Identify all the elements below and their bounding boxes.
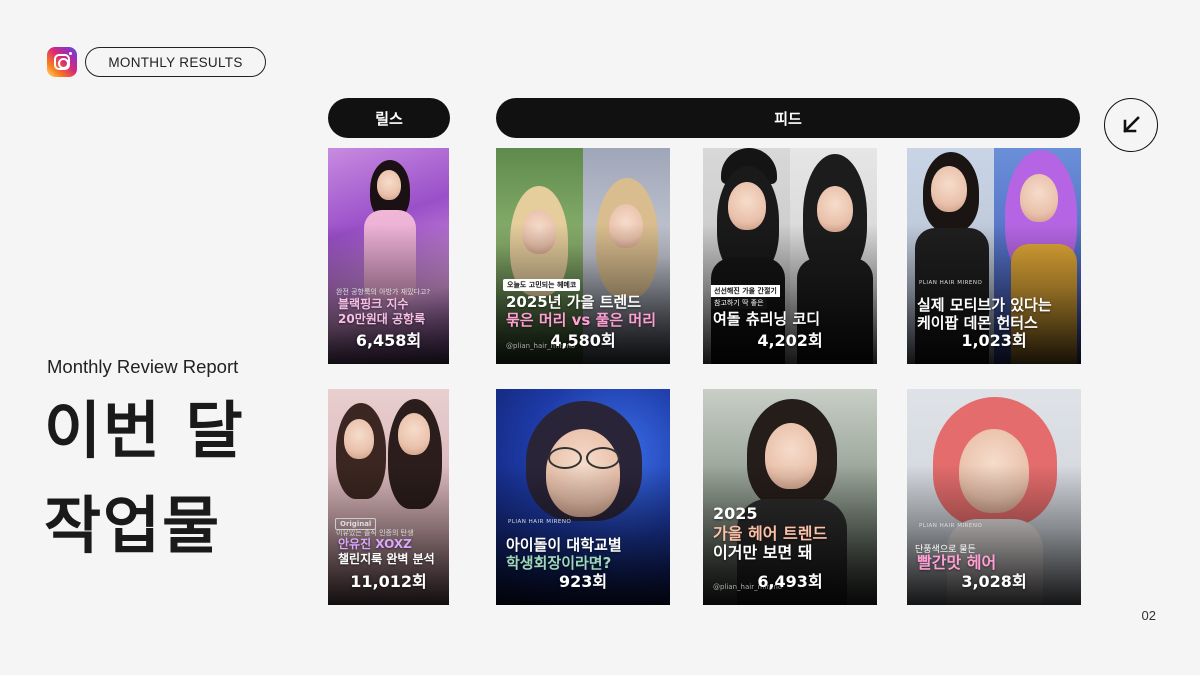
page-title-line2: 작업물 (44, 489, 222, 562)
arrow-down-left-icon (1123, 116, 1140, 133)
view-count: 6,458회 (355, 331, 422, 350)
instagram-icon (47, 47, 77, 77)
card-brand: PLIAN HAIR MIRENO (919, 280, 983, 286)
feed-card-5[interactable]: 2025 가을 헤어 트렌드 이거만 보면 돼 @plian_hair_mire… (703, 389, 877, 605)
view-count: 923회 (558, 572, 608, 591)
view-count: 4,202회 (757, 331, 823, 350)
card-headline-line1: 여돌 츄리닝 코디 (713, 310, 821, 328)
card-headline-line2: 챌린지룩 완벽 분석 (338, 551, 435, 566)
feed-card-2[interactable]: 선선해진 가을 간절기 참고하기 딱 좋은 여돌 츄리닝 코디 4,202회 (703, 148, 877, 364)
card-headline-line1: 2025년 가을 트렌드 (506, 293, 641, 311)
reels-card-1[interactable]: 완전 공항룩의 아방가 재밌다고? 블랙핑크 지수 20만원대 공항룩 6,45… (328, 148, 449, 364)
page-title-line1: 이번 달 (44, 394, 245, 467)
view-count: 11,012회 (350, 572, 427, 591)
card-headline-line0: 2025 (713, 504, 758, 523)
card-brand: PLIAN HAIR MIRENO (919, 523, 983, 529)
nav-button[interactable] (1104, 98, 1158, 152)
page-number: 02 (1141, 608, 1156, 623)
card-subtext: 완전 공항룩의 아방가 재밌다고? (336, 288, 431, 296)
view-count: 6,493회 (757, 572, 823, 591)
card-headline-line1: 가을 헤어 트렌드 (713, 523, 828, 543)
view-count: 4,580회 (550, 331, 616, 350)
card-headline-line1: 실제 모티브가 있다는 (917, 296, 1052, 314)
card-subtext-a: 선선해진 가을 간절기 (711, 285, 780, 297)
view-count: 3,028회 (961, 572, 1027, 591)
card-headline-line2: 이거만 보면 돼 (713, 543, 813, 563)
card-tag: 오늘도 고민되는 헤메코 (503, 279, 581, 291)
reels-category-label: 릴스 (328, 98, 450, 138)
card-headline-line1: 블랙핑크 지수 (338, 297, 409, 311)
report-subtitle: Monthly Review Report (47, 356, 239, 377)
feed-card-3[interactable]: PLIAN HAIR MIRENO 실제 모티브가 있다는 케이팝 데몬 헌터스… (907, 148, 1081, 364)
card-headline-line2: 20만원대 공항룩 (338, 311, 426, 326)
feed-card-6[interactable]: PLIAN HAIR MIRENO 단풍색으로 물든 빨간맛 헤어 3,028회 (907, 389, 1081, 605)
card-headline-line1: 아이돌이 대학교별 (506, 536, 622, 554)
view-count: 1,023회 (961, 331, 1027, 350)
feed-card-4[interactable]: PLIAN HAIR MIRENO 아이돌이 대학교별 학생회장이라면? 923… (496, 389, 670, 605)
reels-card-2[interactable]: Original 이유있는 솔직 인증의 탄생 안유진 XOXZ 챌린지룩 완벽… (328, 389, 449, 605)
card-brand: PLIAN HAIR MIRENO (508, 519, 572, 525)
card-subtext-b: 참고하기 딱 좋은 (711, 297, 767, 309)
monthly-results-label: MONTHLY RESULTS (85, 47, 266, 77)
card-headline-line1: 안유진 XOXZ (338, 537, 412, 551)
feed-card-1[interactable]: 오늘도 고민되는 헤메코 2025년 가을 트렌드 묶은 머리 vs 풀은 머리… (496, 148, 670, 364)
feed-category-label: 피드 (496, 98, 1080, 138)
